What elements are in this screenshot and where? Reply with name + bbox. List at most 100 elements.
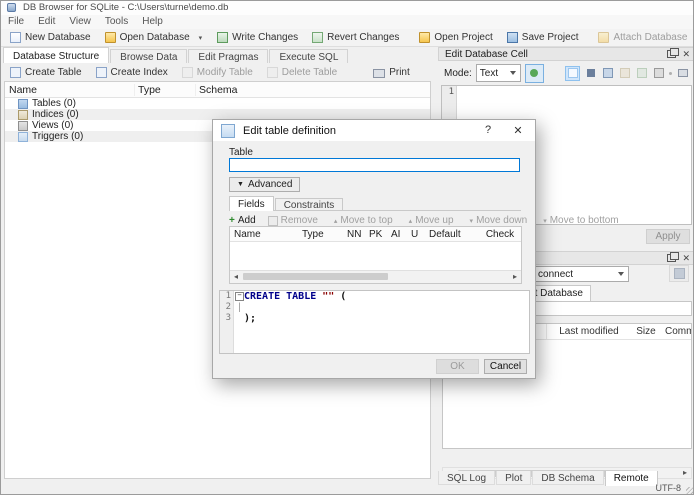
delete-table-label: Delete Table — [281, 66, 338, 78]
tab-plot[interactable]: Plot — [496, 471, 532, 485]
fields-table-body[interactable] — [230, 242, 521, 270]
toolbar-separator-dot — [669, 71, 672, 75]
cancel-button[interactable]: Cancel — [484, 359, 527, 374]
tab-db-schema[interactable]: DB Schema — [532, 471, 604, 485]
line-number: 2 — [225, 302, 231, 312]
column-header-size[interactable]: Size — [631, 326, 661, 337]
close-panel-icon[interactable]: ✕ — [682, 49, 690, 59]
add-field-button[interactable]: + Add — [229, 215, 256, 226]
views-icon — [18, 120, 28, 131]
scroll-left-icon[interactable]: ◂ — [230, 272, 242, 282]
edit-cell-mode-row: Mode: Text — [438, 61, 693, 85]
resize-grip[interactable] — [686, 487, 693, 494]
column-header-commit[interactable]: Commit — [661, 326, 691, 337]
open-database-dropdown-icon[interactable]: ▾ — [199, 34, 203, 42]
open-database-button[interactable]: Open Database — [98, 30, 197, 45]
auto-format-button[interactable] — [524, 63, 544, 83]
main-toolbar: New Database Open Database ▾ Write Chang… — [1, 29, 693, 47]
tab-database-structure[interactable]: Database Structure — [3, 47, 110, 63]
cell-editor-icons — [565, 65, 693, 81]
column-header-field-type[interactable]: Type — [298, 229, 343, 240]
tree-item-tables[interactable]: Tables (0) — [5, 98, 430, 109]
column-header-last-modified[interactable]: Last modified — [547, 326, 631, 337]
tab-browse-data[interactable]: Browse Data — [110, 49, 188, 63]
fullscreen-icon[interactable] — [652, 67, 665, 80]
write-changes-label: Write Changes — [232, 32, 299, 43]
scroll-right-icon[interactable]: ▸ — [509, 272, 521, 282]
save-project-button[interactable]: Save Project — [500, 30, 586, 45]
column-header-schema[interactable]: Schema — [196, 84, 430, 96]
print-button[interactable]: Print — [366, 65, 417, 80]
tab-sql-log[interactable]: SQL Log — [438, 471, 496, 485]
dialog-title-bar[interactable]: Edit table definition ? ✕ — [213, 120, 535, 141]
column-header-name[interactable]: Name — [5, 83, 135, 96]
title-bar[interactable]: DB Browser for SQLite - C:\Users\turne\d… — [1, 1, 693, 15]
delete-table-button: Delete Table — [260, 65, 344, 80]
apply-button: Apply — [646, 229, 690, 244]
export-file-icon[interactable] — [601, 67, 614, 80]
add-icon: + — [229, 215, 235, 226]
mode-select[interactable]: Text — [475, 64, 521, 82]
column-header-default[interactable]: Default — [425, 229, 475, 240]
open-project-button[interactable]: Open Project — [412, 30, 499, 45]
sql-table-name: "" — [322, 291, 335, 302]
sql-closing: ); — [244, 313, 257, 324]
window-title: DB Browser for SQLite - C:\Users\turne\d… — [23, 2, 229, 13]
menu-edit[interactable]: Edit — [31, 15, 62, 29]
arrow-up-icon: ▴ — [333, 217, 338, 225]
tab-execute-sql[interactable]: Execute SQL — [269, 49, 349, 63]
tab-edit-pragmas[interactable]: Edit Pragmas — [188, 49, 269, 63]
menu-view[interactable]: View — [62, 15, 98, 29]
sql-line-numbers: 1 2 3 — [220, 291, 234, 353]
encoding-label[interactable]: UTF-8 — [656, 483, 682, 493]
add-label: Add — [237, 215, 256, 226]
move-to-bottom-label: Move to bottom — [549, 215, 619, 226]
save-project-icon — [506, 32, 518, 43]
schema-tree-header: Name Type Schema — [5, 82, 430, 98]
column-header-u[interactable]: U — [407, 229, 425, 240]
column-header-check[interactable]: Check — [475, 229, 521, 240]
scroll-right-icon[interactable]: ▸ — [679, 468, 691, 478]
word-wrap-icon[interactable] — [565, 65, 580, 81]
move-to-top-label: Move to top — [340, 215, 393, 226]
print-cell-icon[interactable] — [676, 67, 689, 80]
new-database-button[interactable]: New Database — [3, 30, 98, 45]
tab-remote[interactable]: Remote — [604, 471, 658, 487]
float-panel-icon[interactable] — [667, 252, 680, 262]
attach-database-label: Attach Database — [613, 32, 688, 43]
create-table-button[interactable]: Create Table — [3, 65, 89, 80]
write-changes-button[interactable]: Write Changes — [210, 30, 305, 45]
dialog-help-button[interactable]: ? — [481, 124, 495, 138]
tab-fields[interactable]: Fields — [229, 196, 274, 211]
line-number: 1 — [225, 291, 231, 301]
remove-label: Remove — [280, 215, 318, 226]
fields-horizontal-scrollbar[interactable]: ◂ ▸ — [230, 270, 521, 283]
column-header-field-name[interactable]: Name — [230, 229, 298, 240]
column-header-pk[interactable]: PK — [365, 229, 387, 240]
import-file-icon[interactable] — [584, 67, 597, 80]
column-header-ai[interactable]: AI — [387, 229, 407, 240]
fields-table: Name Type NN PK AI U Default Check ◂ ▸ — [229, 226, 522, 284]
float-panel-icon[interactable] — [667, 48, 680, 58]
menu-tools[interactable]: Tools — [98, 15, 135, 29]
create-index-button[interactable]: Create Index — [89, 65, 175, 80]
scrollbar-thumb[interactable] — [243, 273, 388, 280]
menu-help[interactable]: Help — [135, 15, 170, 29]
remove-icon — [267, 215, 278, 226]
dialog-close-button[interactable]: ✕ — [511, 124, 525, 138]
column-header-type[interactable]: Type — [135, 83, 196, 96]
advanced-toggle-button[interactable]: ▼ Advanced — [229, 177, 301, 192]
structure-toolbar: Create Table Create Index Modify Table D… — [1, 63, 431, 81]
fold-guide-line: │ — [237, 303, 242, 312]
close-panel-icon[interactable]: ✕ — [682, 253, 690, 263]
column-header-nn[interactable]: NN — [343, 229, 365, 240]
attach-database-icon — [598, 32, 610, 43]
revert-changes-button[interactable]: Revert Changes — [305, 30, 406, 45]
sql-open-paren: ( — [340, 291, 347, 302]
tree-item-label: Tables (0) — [32, 98, 76, 109]
table-name-input[interactable] — [229, 158, 520, 172]
menu-file[interactable]: File — [1, 15, 31, 29]
move-to-bottom-button: ▾ Move to bottom — [543, 215, 618, 226]
fold-marker-icon[interactable]: − — [235, 292, 244, 301]
edit-cell-panel-header[interactable]: Edit Database Cell ✕ — [438, 47, 693, 61]
